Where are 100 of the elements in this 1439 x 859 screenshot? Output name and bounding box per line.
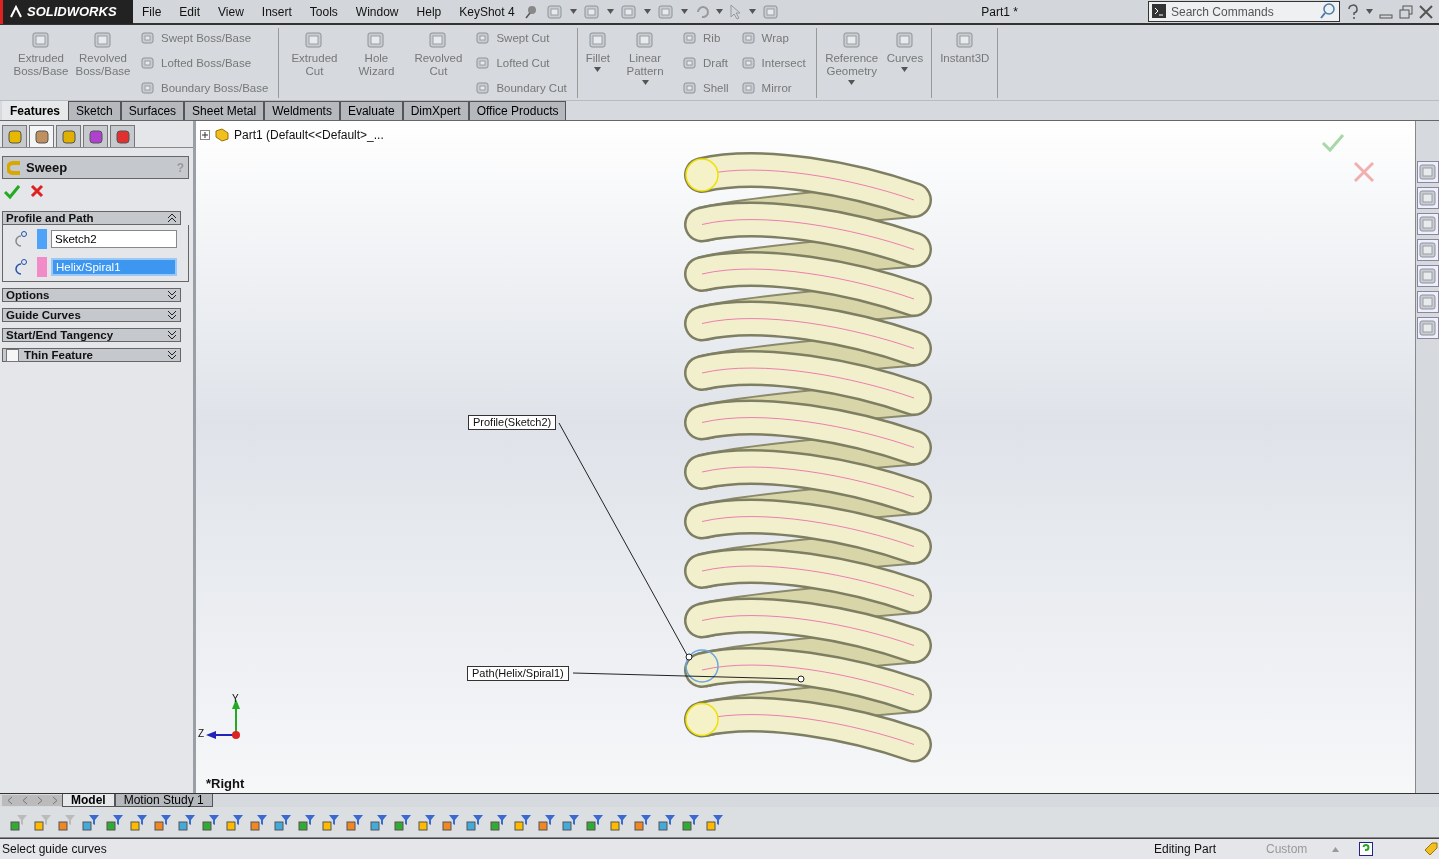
tool-icon[interactable] [428, 30, 449, 50]
menu-item[interactable]: Edit [170, 4, 210, 19]
tool-icon[interactable] [140, 30, 156, 46]
tool-icon[interactable] [682, 55, 698, 71]
filter-icon[interactable] [10, 813, 28, 831]
tool-icon[interactable] [954, 30, 975, 50]
pin-icon[interactable] [523, 4, 538, 19]
caret-icon[interactable] [606, 9, 614, 14]
help-icon[interactable] [1359, 842, 1373, 856]
task-pane-icon[interactable] [1416, 291, 1439, 313]
filter-icon[interactable] [226, 813, 244, 831]
panel-tab[interactable] [110, 125, 135, 147]
section-header[interactable]: Guide Curves [2, 308, 181, 322]
task-pane-icon[interactable] [1416, 265, 1439, 287]
selection-field[interactable]: Sketch2 [51, 230, 177, 248]
caret-icon[interactable] [748, 9, 756, 14]
tool-icon[interactable] [140, 55, 156, 71]
menu-item[interactable]: Window [346, 4, 408, 19]
filter-icon[interactable] [370, 813, 388, 831]
menu-item[interactable]: Help [407, 4, 451, 19]
command-tab[interactable]: Features [2, 101, 69, 120]
filter-icon[interactable] [634, 813, 652, 831]
filter-icon[interactable] [346, 813, 364, 831]
panel-tab[interactable] [29, 125, 54, 147]
filter-icon[interactable] [538, 813, 556, 831]
scroll-arrows-icon[interactable] [2, 794, 62, 806]
section-header[interactable]: Start/End Tangency [2, 328, 181, 342]
pointer-icon[interactable] [728, 3, 743, 20]
command-tab[interactable]: Office Products [468, 101, 567, 120]
caret-icon[interactable] [569, 9, 577, 14]
filter-icon[interactable] [658, 813, 676, 831]
caret-icon[interactable] [641, 80, 649, 85]
filter-icon[interactable] [490, 813, 508, 831]
handle-point[interactable] [685, 653, 693, 661]
filter-icon[interactable] [418, 813, 436, 831]
ok-icon[interactable] [4, 184, 20, 200]
tool-icon[interactable] [841, 30, 862, 50]
section-header[interactable]: Profile and Path [2, 211, 181, 225]
expand-box-icon[interactable] [200, 130, 210, 140]
checkbox[interactable] [6, 348, 19, 362]
tag-icon[interactable] [1423, 841, 1439, 857]
bottom-tab[interactable]: Model [62, 794, 115, 807]
filter-icon[interactable] [466, 813, 484, 831]
search-icon[interactable] [1320, 3, 1336, 19]
filter-icon[interactable] [610, 813, 628, 831]
caret-icon[interactable] [901, 67, 909, 72]
filter-icon[interactable] [442, 813, 460, 831]
menu-item[interactable]: Tools [300, 4, 347, 19]
tool-icon[interactable] [304, 30, 325, 50]
menu-item[interactable]: View [209, 4, 253, 19]
filter-icon[interactable] [34, 813, 52, 831]
menu-item[interactable]: File [133, 4, 171, 19]
tool-icon[interactable] [682, 80, 698, 96]
filter-icon[interactable] [130, 813, 148, 831]
filter-icon[interactable] [106, 813, 124, 831]
tool-icon[interactable] [93, 30, 113, 50]
filter-icon[interactable] [58, 813, 76, 831]
tool-icon[interactable] [366, 30, 387, 50]
task-pane-icon[interactable] [1416, 161, 1439, 183]
filter-icon[interactable] [514, 813, 532, 831]
filter-icon[interactable] [250, 813, 268, 831]
command-tab[interactable]: Sheet Metal [184, 101, 265, 120]
filter-icon[interactable] [274, 813, 292, 831]
tool-icon[interactable] [635, 30, 655, 50]
section-header[interactable]: Options [2, 288, 181, 302]
close-icon[interactable] [1419, 4, 1433, 19]
tool-icon[interactable] [31, 30, 51, 50]
caret-icon[interactable] [594, 67, 602, 72]
filter-icon[interactable] [706, 813, 724, 831]
tool-icon[interactable] [682, 30, 698, 46]
caret-icon[interactable] [848, 80, 856, 85]
section-header[interactable]: Thin Feature [2, 348, 181, 362]
panel-tab[interactable] [2, 125, 27, 147]
command-tab[interactable]: DimXpert [402, 101, 469, 120]
filter-icon[interactable] [202, 813, 220, 831]
search-field[interactable]: Search Commands [1148, 1, 1340, 22]
tool-icon[interactable] [140, 80, 156, 96]
tool-icon[interactable] [587, 30, 608, 50]
panel-tab[interactable] [83, 125, 108, 147]
task-pane-icon[interactable] [1416, 213, 1439, 235]
panel-tab[interactable] [56, 125, 81, 147]
caret-icon[interactable] [643, 9, 651, 14]
task-pane-icon[interactable] [1416, 239, 1439, 261]
filter-icon[interactable] [82, 813, 100, 831]
filter-icon[interactable] [394, 813, 412, 831]
command-tab[interactable]: Sketch [68, 101, 121, 120]
task-pane-icon[interactable] [1416, 317, 1439, 339]
filter-icon[interactable] [682, 813, 700, 831]
filter-icon[interactable] [178, 813, 196, 831]
command-tab[interactable]: Evaluate [339, 101, 403, 120]
caret-icon[interactable] [680, 9, 688, 14]
task-pane-icon[interactable] [1416, 187, 1439, 209]
menu-item[interactable]: KeyShot 4 [450, 4, 524, 19]
bottom-tab[interactable]: Motion Study 1 [114, 794, 213, 807]
filter-icon[interactable] [154, 813, 172, 831]
filter-icon[interactable] [298, 813, 316, 831]
caret-icon[interactable] [1366, 9, 1373, 14]
filter-icon[interactable] [322, 813, 340, 831]
cancel-icon[interactable] [30, 184, 44, 198]
command-tab[interactable]: Weldments [264, 101, 340, 120]
